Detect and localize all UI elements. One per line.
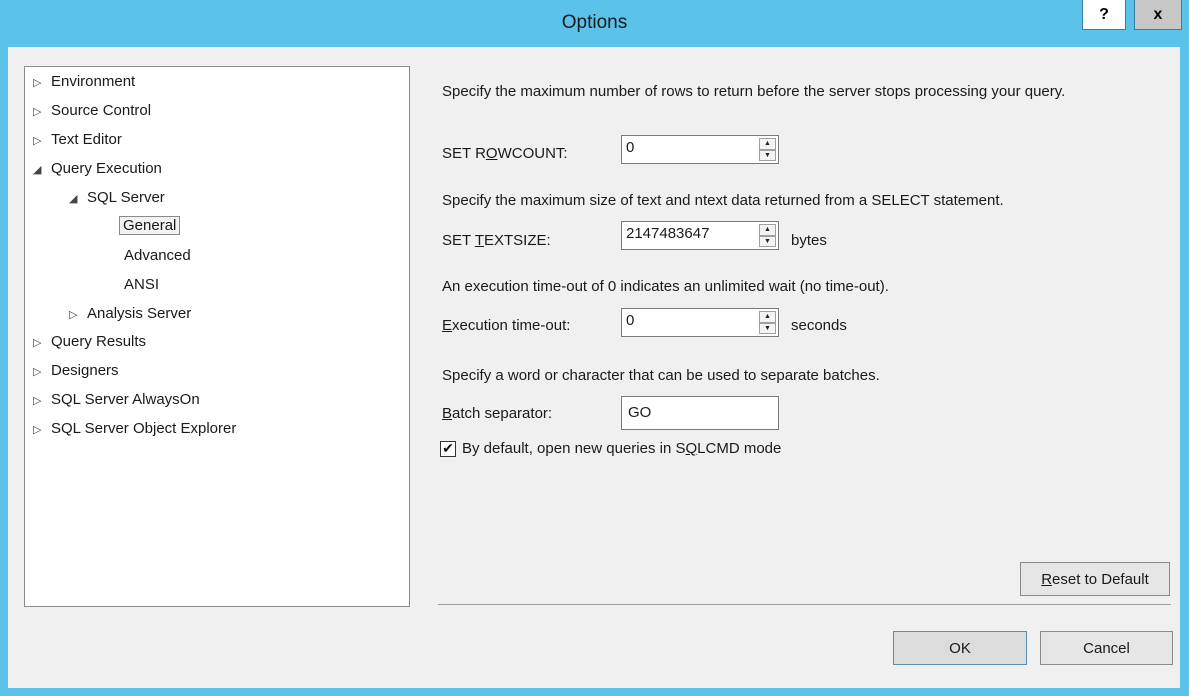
help-icon: ? [1099, 5, 1109, 23]
rowcount-description: Specify the maximum number of rows to re… [442, 83, 1066, 100]
close-icon: x [1153, 5, 1163, 23]
close-button[interactable]: x [1134, 0, 1182, 30]
tree-item-label: Advanced [124, 247, 191, 264]
sqlcmd-checkbox-label[interactable]: By default, open new queries in SQLCMD m… [462, 440, 781, 457]
expand-arrow-icon[interactable]: ▷ [33, 129, 51, 153]
timeout-unit: seconds [791, 317, 847, 334]
tree-item-query-execution[interactable]: ◢ Query Execution [33, 157, 162, 181]
timeout-description: An execution time-out of 0 indicates an … [442, 278, 889, 295]
tree-item-sql-server[interactable]: ◢ SQL Server [69, 186, 165, 210]
tree-item-label: Designers [51, 362, 119, 379]
batch-separator-label: Batch separator: [442, 405, 553, 422]
tree-item-general[interactable]: General [119, 214, 181, 238]
textsize-label: SET TEXTSIZE: [442, 232, 551, 249]
tree-item-label: SQL Server [87, 189, 165, 206]
dialog-title: Options [561, 12, 628, 33]
expand-arrow-icon[interactable]: ▷ [33, 389, 51, 413]
separator-line [438, 604, 1171, 605]
tree-item-analysis-server[interactable]: ▷ Analysis Server [69, 302, 191, 326]
tree-item-label: SQL Server AlwaysOn [51, 391, 200, 408]
cancel-button[interactable]: Cancel [1040, 631, 1173, 665]
tree-item-label: Query Execution [51, 160, 162, 177]
rowcount-value[interactable]: 0 [626, 139, 634, 156]
batch-description: Specify a word or character that can be … [442, 367, 880, 384]
sqlcmd-checkbox[interactable]: ✔ [440, 440, 456, 457]
textsize-spinner[interactable]: 2147483647 ▲ ▼ [621, 221, 779, 250]
collapse-arrow-icon[interactable]: ◢ [33, 158, 51, 182]
title-bar[interactable]: Options ? x [0, 0, 1189, 47]
textsize-value[interactable]: 2147483647 [626, 225, 709, 242]
tree-item-label: Environment [51, 73, 136, 90]
tree-item-label: Analysis Server [87, 305, 192, 322]
batch-separator-value[interactable]: GO [628, 404, 651, 421]
tree-item-label: SQL Server Object Explorer [51, 420, 237, 437]
expand-arrow-icon[interactable]: ▷ [69, 303, 87, 327]
tree-item-label: General [119, 216, 181, 235]
tree-item-label: Source Control [51, 102, 152, 119]
reset-to-default-button[interactable]: Reset to Default [1020, 562, 1170, 596]
tree-item-ansi[interactable]: ANSI [124, 273, 159, 297]
tree-item-advanced[interactable]: Advanced [124, 244, 191, 268]
spin-down-icon[interactable]: ▼ [759, 149, 776, 161]
batch-separator-input[interactable]: GO [621, 396, 779, 430]
tree-item-environment[interactable]: ▷ Environment [33, 70, 135, 94]
spin-down-icon[interactable]: ▼ [759, 235, 776, 247]
rowcount-spinner[interactable]: 0 ▲ ▼ [621, 135, 779, 164]
tree-item-label: Text Editor [51, 131, 122, 148]
dialog-client-area: ▷ Environment ▷ Source Control ▷ Text Edito… [8, 47, 1180, 688]
tree-item-text-editor[interactable]: ▷ Text Editor [33, 128, 122, 152]
checkmark-icon: ✔ [442, 440, 454, 456]
collapse-arrow-icon[interactable]: ◢ [69, 187, 87, 211]
settings-panel: Specify the maximum number of rows to re… [438, 47, 1180, 688]
ok-button[interactable]: OK [893, 631, 1027, 665]
spin-up-icon[interactable]: ▲ [759, 224, 776, 236]
tree-item-sql-server-object-explorer[interactable]: ▷ SQL Server Object Explorer [33, 417, 236, 441]
textsize-description: Specify the maximum size of text and nte… [442, 192, 1004, 209]
expand-arrow-icon[interactable]: ▷ [33, 100, 51, 124]
options-tree[interactable]: ▷ Environment ▷ Source Control ▷ Text Edito… [24, 66, 410, 607]
help-button[interactable]: ? [1082, 0, 1126, 30]
tree-item-label: ANSI [124, 276, 160, 293]
tree-item-designers[interactable]: ▷ Designers [33, 359, 119, 383]
timeout-label: Execution time-out: [442, 317, 571, 334]
expand-arrow-icon[interactable]: ▷ [33, 360, 51, 384]
tree-item-sql-server-alwayson[interactable]: ▷ SQL Server AlwaysOn [33, 388, 200, 412]
sqlcmd-checkbox-row[interactable]: ✔ By default, open new queries in SQLCMD… [440, 440, 781, 457]
options-dialog: Options ? x ▷ Environment ▷ Source Control… [0, 0, 1189, 696]
textsize-unit: bytes [791, 232, 827, 249]
timeout-value[interactable]: 0 [626, 312, 634, 329]
tree-item-source-control[interactable]: ▷ Source Control [33, 99, 151, 123]
tree-item-query-results[interactable]: ▷ Query Results [33, 330, 146, 354]
spin-up-icon[interactable]: ▲ [759, 311, 776, 323]
tree-item-label: Query Results [51, 333, 147, 350]
expand-arrow-icon[interactable]: ▷ [33, 71, 51, 95]
expand-arrow-icon[interactable]: ▷ [33, 331, 51, 355]
expand-arrow-icon[interactable]: ▷ [33, 418, 51, 442]
spin-down-icon[interactable]: ▼ [759, 322, 776, 334]
timeout-spinner[interactable]: 0 ▲ ▼ [621, 308, 779, 337]
spin-up-icon[interactable]: ▲ [759, 138, 776, 150]
rowcount-label: SET ROWCOUNT: [442, 145, 568, 162]
